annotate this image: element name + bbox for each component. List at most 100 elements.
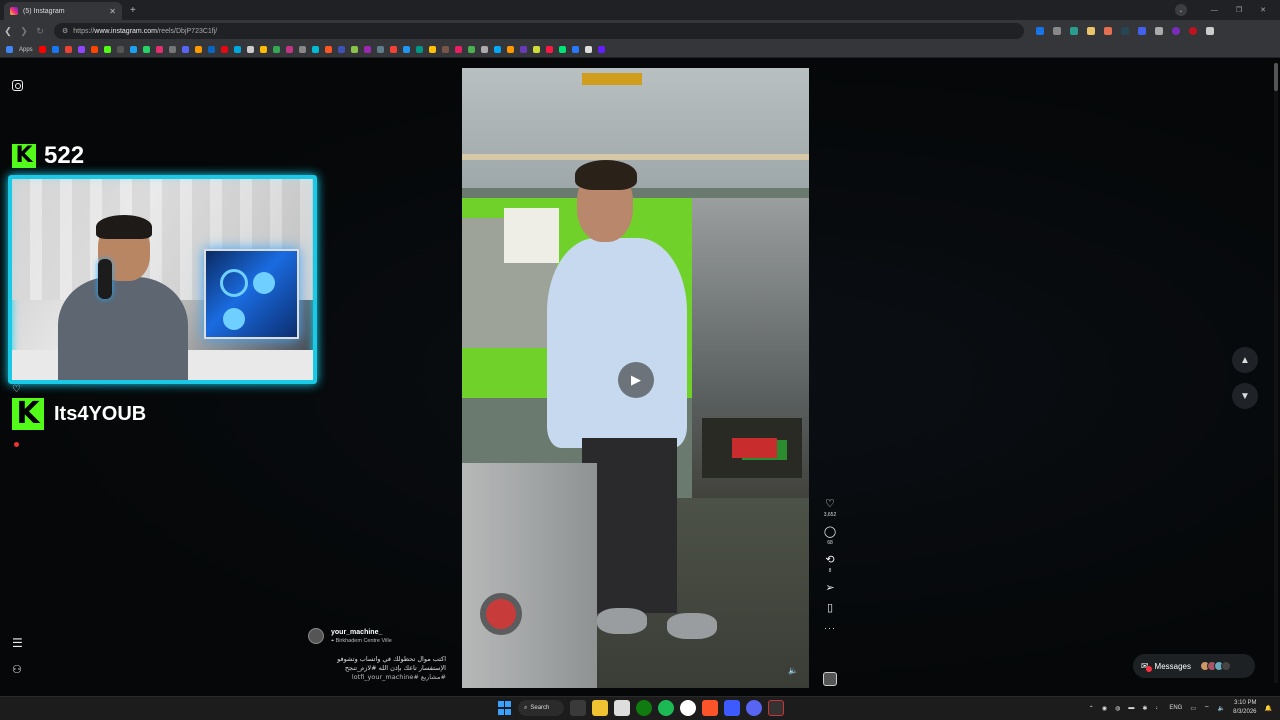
new-tab-button[interactable]: + [130, 5, 136, 16]
monitor-icon[interactable]: ▭ [1190, 705, 1196, 712]
clock[interactable]: 3:10 PM 8/3/2026 [1233, 699, 1256, 717]
messages-button[interactable]: ✉ Messages [1133, 654, 1255, 678]
bookmark-icon[interactable] [168, 46, 176, 53]
bookmark-icon[interactable] [142, 46, 150, 53]
bookmark-icon[interactable] [519, 46, 527, 53]
extension-icon[interactable] [1087, 27, 1095, 35]
bookmark-icon[interactable] [298, 46, 306, 53]
meta-apps-icon[interactable]: ⚇ [12, 663, 22, 676]
page-scrollbar[interactable] [1274, 63, 1278, 683]
bookmark-icon[interactable] [51, 46, 59, 53]
notifications-icon[interactable]: 🔔 [1265, 705, 1272, 712]
brave-icon[interactable] [702, 700, 718, 716]
mute-icon[interactable]: 🔈 [788, 666, 802, 680]
bookmark-icon[interactable] [246, 46, 254, 53]
xbox-icon[interactable] [636, 700, 652, 716]
bookmark-icon[interactable] [350, 46, 358, 53]
bookmark-icon[interactable] [467, 46, 475, 53]
tray-mic-icon[interactable]: ♩ [1155, 705, 1161, 711]
bookmark-icon[interactable] [64, 46, 72, 53]
back-button[interactable]: ❮ [0, 26, 16, 37]
profile-avatar[interactable] [1189, 27, 1197, 35]
bookmark-icon[interactable] [233, 46, 241, 53]
like-action[interactable]: ♡ 3,652 [824, 498, 837, 518]
bookmark-icon[interactable] [376, 46, 384, 53]
bookmark-icon[interactable] [285, 46, 293, 53]
extension-icon[interactable] [1036, 27, 1044, 35]
more-menu-icon[interactable]: ☰ [12, 636, 23, 650]
tab-close-icon[interactable]: ✕ [109, 7, 116, 16]
bookmark-icon[interactable] [116, 46, 124, 53]
site-info-icon[interactable]: ⚙ [62, 27, 68, 35]
bookmark-icon[interactable] [207, 46, 215, 53]
more-options-action[interactable]: ··· [824, 622, 836, 634]
share-action[interactable]: ➢ [825, 582, 834, 594]
bookmark-icon[interactable] [389, 46, 397, 53]
bookmark-icon[interactable] [324, 46, 332, 53]
bookmark-icon[interactable] [506, 46, 514, 53]
app-icon[interactable] [724, 700, 740, 716]
chrome-icon[interactable] [680, 700, 696, 716]
bookmark-icon[interactable] [493, 46, 501, 53]
comment-action[interactable]: ◯ 68 [824, 526, 836, 546]
save-action[interactable]: ▯ [827, 602, 833, 614]
spotify-icon[interactable] [658, 700, 674, 716]
close-window-button[interactable]: ✕ [1260, 6, 1266, 14]
bookmark-icon[interactable] [311, 46, 319, 53]
browser-menu-icon[interactable] [1206, 27, 1214, 35]
audio-thumbnail[interactable] [823, 672, 837, 686]
bookmark-icon[interactable] [181, 46, 189, 53]
bookmark-icon[interactable] [545, 46, 553, 53]
instagram-logo-icon[interactable] [12, 80, 23, 91]
extension-icon[interactable] [1121, 27, 1129, 35]
bookmark-icon[interactable] [90, 46, 98, 53]
next-reel-button[interactable]: ▼ [1232, 383, 1258, 409]
tray-app-icon[interactable]: ◍ [1115, 705, 1120, 712]
bookmark-icon[interactable] [155, 46, 163, 53]
tray-overflow-icon[interactable]: ⌃ [1089, 705, 1094, 712]
tray-app-icon[interactable]: ◉ [1102, 705, 1107, 712]
play-button[interactable]: ▶ [618, 362, 654, 398]
bookmark-icon[interactable] [194, 46, 202, 53]
maximize-button[interactable]: ❐ [1236, 6, 1242, 14]
address-bar[interactable]: ⚙ https://www.instagram.com/reels/DbjP72… [54, 23, 1024, 39]
bookmark-icon[interactable] [272, 46, 280, 53]
bookmark-icon[interactable]: ▯ [827, 602, 833, 614]
author-username[interactable]: your_machine_ [331, 629, 382, 636]
taskbar-search[interactable]: ⌕ Search [518, 700, 564, 716]
tab-search-icon[interactable]: ⌄ [1174, 4, 1187, 16]
bookmark-icon[interactable] [38, 46, 46, 53]
volume-icon[interactable]: 🔈 [1218, 705, 1225, 712]
bookmark-icon[interactable] [571, 46, 579, 53]
start-button[interactable] [496, 700, 512, 716]
bookmark-icon[interactable] [415, 46, 423, 53]
bookmark-icon[interactable] [337, 46, 345, 53]
bookmark-icon[interactable] [259, 46, 267, 53]
minimize-button[interactable]: — [1211, 7, 1218, 14]
caption-hashtags[interactable]: #مشاريع #lotfi_your_machine [352, 673, 446, 681]
bookmark-icon[interactable] [558, 46, 566, 53]
calendar-icon[interactable] [614, 700, 630, 716]
wifi-icon[interactable]: ⌔ [1204, 704, 1210, 712]
browser-tab[interactable]: (5) Instagram ✕ [4, 2, 122, 20]
bookmark-icon[interactable] [77, 46, 85, 53]
bookmark-icon[interactable] [532, 46, 540, 53]
bookmark-icon[interactable] [220, 46, 228, 53]
obs-icon[interactable] [768, 700, 784, 716]
bookmark-icon[interactable] [584, 46, 592, 53]
forward-button[interactable]: ❯ [16, 26, 32, 37]
bookmark-icon[interactable] [597, 46, 605, 53]
heart-icon[interactable]: ♡ [825, 498, 835, 510]
bookmark-apps[interactable]: Apps [19, 47, 33, 53]
extensions-puzzle-icon[interactable] [1155, 27, 1163, 35]
comment-icon[interactable]: ◯ [824, 526, 836, 538]
bookmark-icon[interactable] [428, 46, 436, 53]
repost-icon[interactable]: ⟲ [825, 554, 834, 566]
author-avatar[interactable] [308, 628, 324, 644]
bookmark-icon[interactable] [402, 46, 410, 53]
apps-grid-icon[interactable] [6, 46, 13, 53]
previous-reel-button[interactable]: ▲ [1232, 347, 1258, 373]
bookmark-icon[interactable] [454, 46, 462, 53]
bookmark-icon[interactable] [129, 46, 137, 53]
bookmark-star-icon[interactable] [1053, 27, 1061, 35]
